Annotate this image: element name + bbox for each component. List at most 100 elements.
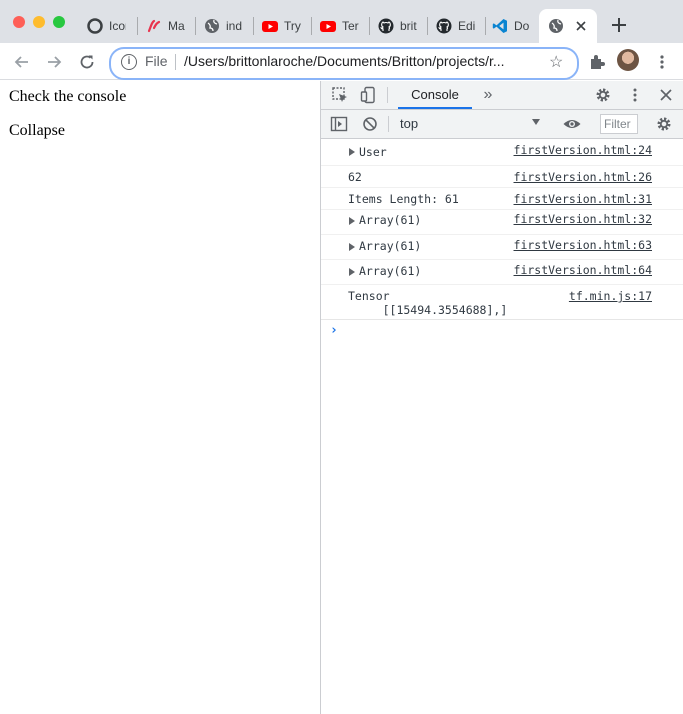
page-text-line: Check the console [9,88,127,105]
tab-5[interactable]: brit [369,9,427,43]
clear-console-icon[interactable] [361,115,379,133]
console-prompt-row[interactable]: › [321,320,683,346]
chevron-down-icon[interactable] [532,119,540,125]
url-scheme: File [145,53,168,69]
tab-title: brit [400,19,417,33]
tab-strip: Icon Ma ind Try Ter brit [0,0,683,43]
console-toolbar: top Filter [321,110,683,139]
more-tabs-icon[interactable]: » [479,86,497,104]
devtools-panel: Console » top Filter User firstVersion.h… [320,81,683,714]
console-row: Tensor [[15494.3554688],] tf.min.js:17 [321,285,683,320]
kebab-menu-icon [660,55,664,69]
console-source-link[interactable]: firstVersion.html:26 [514,170,652,184]
arrow-left-icon [14,56,28,68]
address-bar[interactable]: i File /Users/brittonlaroche/Documents/B… [109,47,579,80]
expand-triangle-icon[interactable] [349,148,355,156]
tab-console[interactable]: Console [398,81,472,109]
page-content: Check the console Collapse [0,81,320,714]
inspect-element-icon[interactable] [331,86,349,104]
device-toolbar-icon[interactable] [360,86,378,104]
expand-triangle-icon[interactable] [349,217,355,225]
vscode-icon [492,18,508,34]
tab-3[interactable]: Try [253,9,311,43]
console-row[interactable]: Array(61) firstVersion.html:32 [321,210,683,235]
brush-icon [146,18,162,34]
puzzle-icon [591,55,605,69]
close-window-button[interactable] [13,16,25,28]
console-message: User [359,145,387,159]
console-row[interactable]: Array(61) firstVersion.html:64 [321,260,683,285]
tab-title: Do [514,19,530,33]
console-row: 62 firstVersion.html:26 [321,166,683,188]
plus-icon [612,18,626,32]
bookmark-star-icon[interactable]: ☆ [549,52,563,72]
toolbar-divider [387,87,388,103]
maximize-window-button[interactable] [53,16,65,28]
expand-triangle-icon[interactable] [349,268,355,276]
expand-triangle-icon[interactable] [349,243,355,251]
tab-title: ind [226,19,243,33]
console-message: Tensor [[15494.3554688],] [348,289,508,317]
minimize-window-button[interactable] [33,16,45,28]
reload-button[interactable] [75,50,99,74]
close-devtools-icon[interactable] [657,86,675,104]
wrench-circle-icon [87,18,103,34]
eye-icon[interactable] [562,115,582,133]
context-selector[interactable]: top [400,116,418,131]
tab-title: Ma [168,19,185,33]
devtools-tab-bar: Console » [321,81,683,110]
reload-icon [80,55,94,69]
sidebar-toggle-icon[interactable] [330,115,348,133]
console-source-link[interactable]: tf.min.js:17 [569,289,652,303]
tab-title: Try [284,19,301,33]
github-icon [436,18,452,34]
browser-toolbar: i File /Users/brittonlaroche/Documents/B… [0,43,683,80]
console-message: Array(61) [359,239,422,253]
tab-title: Icon [109,19,126,33]
new-tab-button[interactable] [608,14,630,36]
console-prompt-icon: › [330,323,338,338]
console-source-link[interactable]: firstVersion.html:24 [514,143,652,157]
tab-title: Ter [342,19,359,33]
console-row[interactable]: Array(61) firstVersion.html:63 [321,235,683,260]
tab-4[interactable]: Ter [311,9,369,43]
console-message: Array(61) [359,264,422,278]
console-message: 62 [348,170,362,184]
filter-input[interactable]: Filter [600,114,638,134]
tab-title: Edi [458,19,475,33]
console-source-link[interactable]: firstVersion.html:64 [514,263,652,277]
github-icon [378,18,394,34]
tab-7[interactable]: Do [483,9,539,43]
extensions-button[interactable] [585,50,609,74]
toolbar-divider [388,116,389,132]
profile-avatar[interactable] [617,49,639,71]
omnibox-divider [175,54,176,70]
console-message: Array(61) [359,213,422,227]
console-log: User firstVersion.html:24 62 firstVersio… [321,139,683,346]
browser-menu-button[interactable] [650,50,674,74]
arrow-right-icon [48,56,62,68]
console-source-link[interactable]: firstVersion.html:32 [514,212,652,226]
globe-icon [548,18,564,34]
console-row: Items Length: 61 firstVersion.html:31 [321,188,683,210]
console-source-link[interactable]: firstVersion.html:63 [514,238,652,252]
tab-6[interactable]: Edi [427,9,485,43]
settings-gear-icon[interactable] [594,86,612,104]
info-icon[interactable]: i [121,54,137,70]
close-tab-icon[interactable] [573,18,589,34]
console-row[interactable]: User firstVersion.html:24 [321,139,683,166]
youtube-icon [262,18,278,34]
tab-0[interactable]: Icon [78,9,133,43]
back-button[interactable] [10,50,34,74]
console-source-link[interactable]: firstVersion.html:31 [514,192,652,206]
tab-active[interactable] [539,9,597,43]
tab-1[interactable]: Ma [137,9,195,43]
console-message: Items Length: 61 [348,192,459,206]
globe-icon [204,18,220,34]
console-settings-gear-icon[interactable] [655,115,673,133]
devtools-kebab-icon[interactable] [626,86,644,104]
youtube-icon [320,18,336,34]
tab-2[interactable]: ind [195,9,253,43]
url-text[interactable]: /Users/brittonlaroche/Documents/Britton/… [184,53,536,69]
forward-button[interactable] [42,50,66,74]
